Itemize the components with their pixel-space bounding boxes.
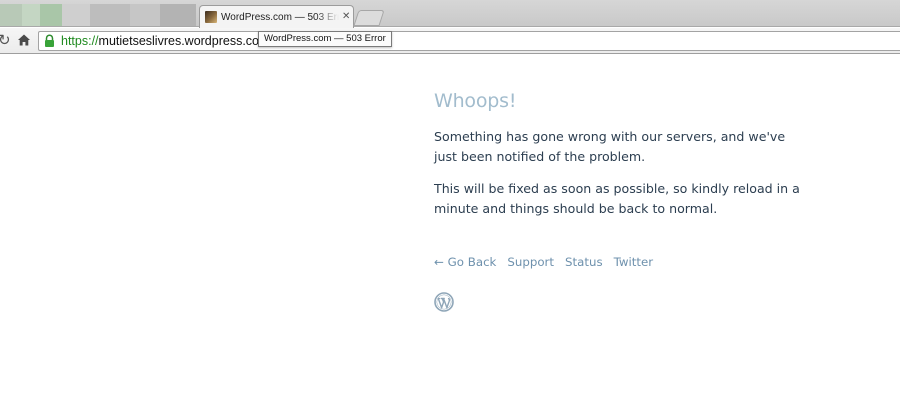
tab-wordpress-503[interactable]: WordPress.com — 503 Error ✕	[199, 5, 354, 28]
browser-toolbar: ↻ https://mutietseslivres.wordpress.com/	[0, 28, 900, 54]
home-icon[interactable]	[17, 33, 31, 47]
footer-links: ← Go Back Support Status Twitter	[434, 254, 834, 270]
wordpress-logo-icon[interactable]	[434, 292, 454, 312]
address-bar[interactable]: https://mutietseslivres.wordpress.com/	[38, 31, 900, 51]
error-message: Something has gone wrong with our server…	[434, 129, 786, 164]
new-tab-button[interactable]	[353, 10, 385, 26]
browser-tab-strip: WordPress.com — 503 Error ✕	[0, 0, 900, 28]
reload-icon[interactable]: ↻	[0, 32, 11, 49]
tab-close-icon[interactable]: ✕	[342, 12, 350, 22]
site-favicon-icon	[205, 11, 217, 23]
status-link[interactable]: Status	[565, 254, 603, 270]
url-text: https://mutietseslivres.wordpress.com/	[61, 34, 273, 49]
twitter-link[interactable]: Twitter	[614, 254, 654, 270]
support-link[interactable]: Support	[507, 254, 554, 270]
url-scheme: https://	[61, 34, 99, 48]
page-title: Whoops!	[434, 90, 517, 112]
go-back-link[interactable]: ← Go Back	[434, 254, 496, 270]
reload-message: This will be fixed as soon as possible, …	[434, 181, 800, 216]
url-host-path: mutietseslivres.wordpress.com/	[98, 34, 273, 48]
lock-icon	[45, 34, 54, 47]
blurred-tabs[interactable]	[0, 4, 200, 26]
error-content: Whoops! Something has gone wrong with ou…	[434, 88, 834, 312]
tab-title: WordPress.com — 503 Error	[221, 11, 339, 23]
tab-tooltip: WordPress.com — 503 Error	[258, 31, 392, 47]
